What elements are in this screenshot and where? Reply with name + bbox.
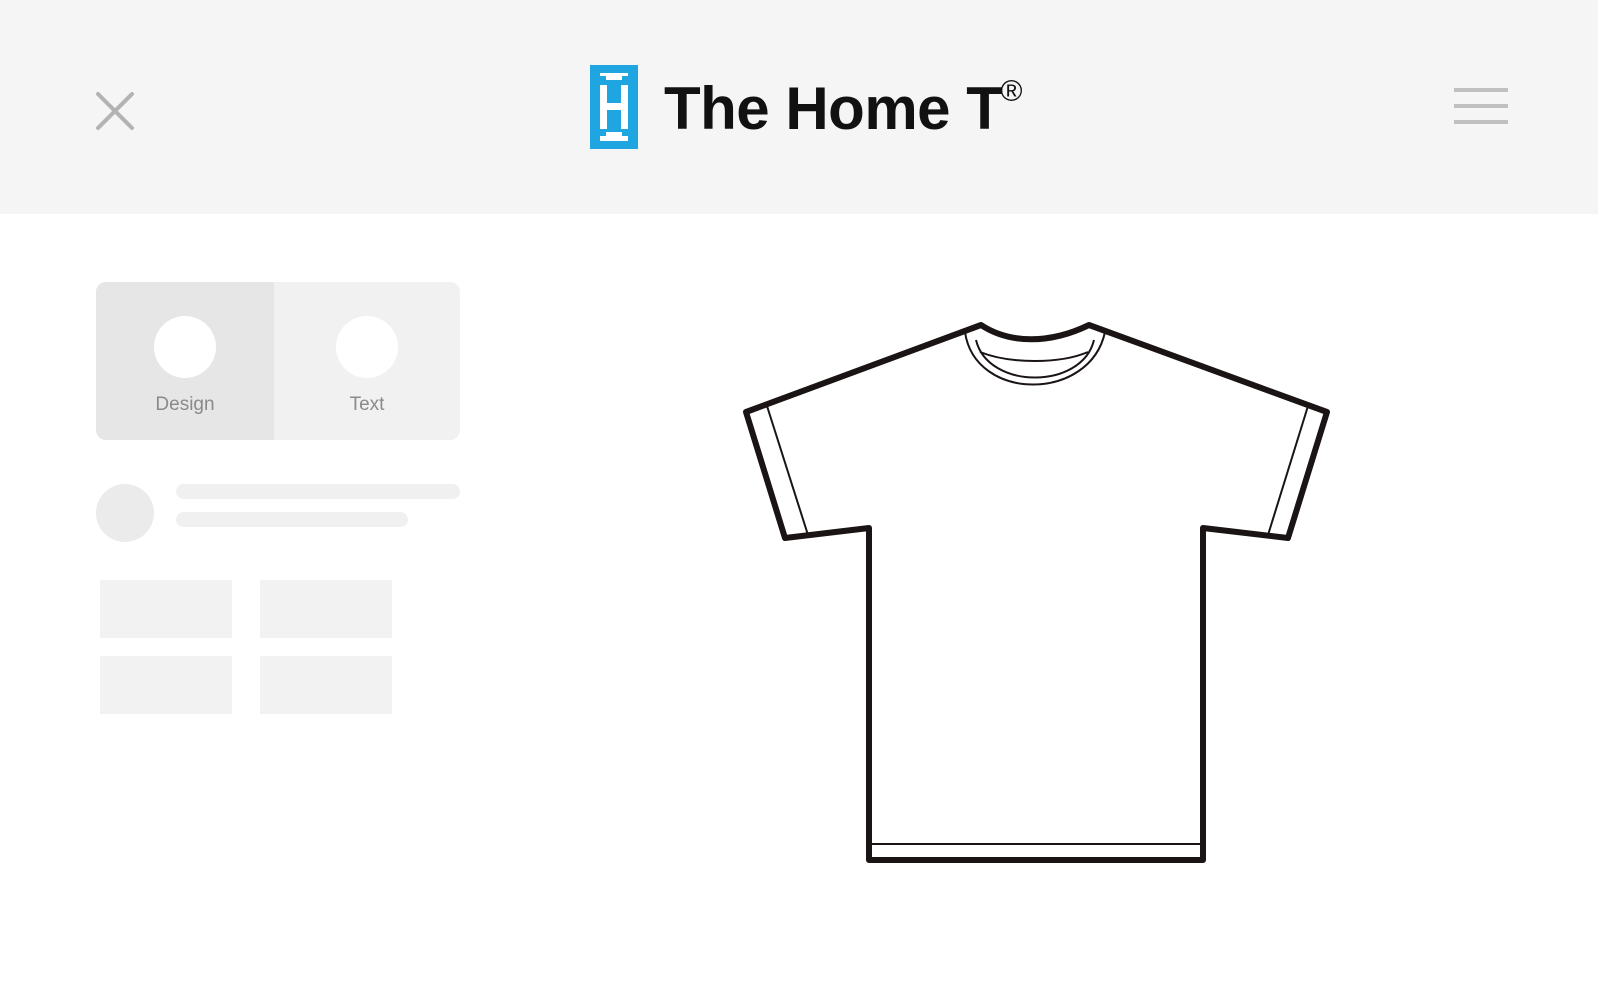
tab-design-label: Design [155, 394, 215, 415]
brand-name: The Home T® [664, 75, 1022, 142]
skeleton-option [100, 580, 232, 638]
tab-text-label: Text [349, 394, 385, 415]
registered-mark: ® [1000, 75, 1022, 108]
hamburger-menu-icon[interactable] [1450, 86, 1510, 130]
skeleton-line [176, 484, 460, 499]
skeleton-avatar [96, 484, 154, 542]
design-tab-icon [154, 316, 216, 378]
tshirt-body [743, 322, 1330, 863]
text-tab-icon [336, 316, 398, 378]
app-header: The Home T® [0, 0, 1598, 214]
skeleton-option [260, 656, 392, 714]
tab-text[interactable]: Text [274, 282, 460, 440]
skeleton-option [260, 580, 392, 638]
skeleton-option [100, 656, 232, 714]
close-icon[interactable] [90, 86, 140, 136]
brand[interactable]: The Home T® [590, 65, 1022, 149]
tshirt-canvas[interactable] [730, 312, 1340, 882]
tab-design[interactable]: Design [96, 282, 274, 440]
brand-logo-icon [590, 65, 638, 149]
skeleton-line [176, 512, 408, 527]
tool-tabs: Design Text [96, 282, 460, 440]
tshirt-outline [743, 322, 1330, 863]
